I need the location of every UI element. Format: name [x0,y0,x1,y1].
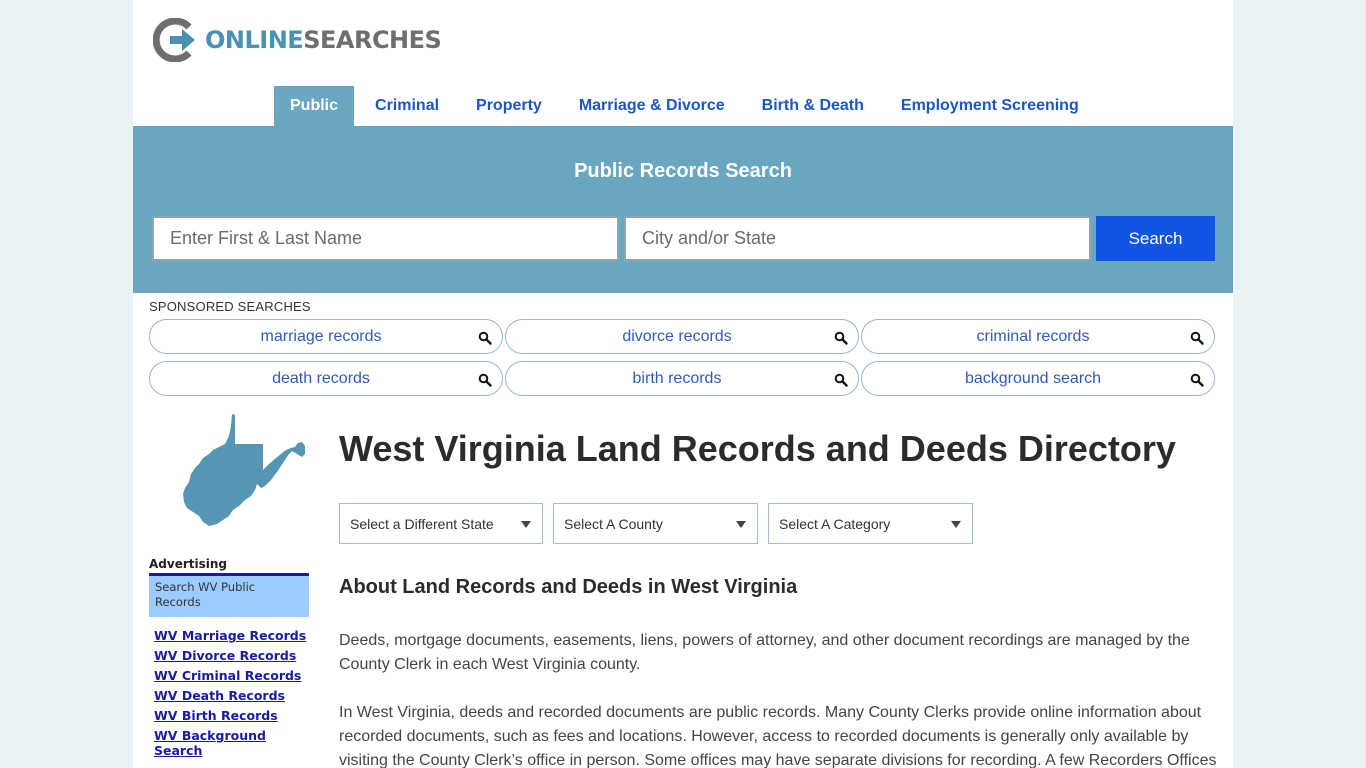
sponsored-searches-label: SPONSORED SEARCHES [149,299,311,314]
link-wv-background-search[interactable]: WV Background Search [154,728,266,758]
location-search-input[interactable] [624,216,1091,261]
link-wv-death-records[interactable]: WV Death Records [154,688,285,703]
sponsored-item-label: background search [964,369,1102,387]
sponsored-divorce-records[interactable]: divorce records [505,319,859,354]
nav-public[interactable]: Public [274,86,355,126]
advertising-box: Search WV Public Records [149,576,309,617]
page-container: ONLINESEARCHES Public Criminal Property … [133,0,1233,768]
search-icon [478,373,492,387]
state-select[interactable]: Select a Different State [339,503,543,544]
logo-arrow-icon [153,18,195,62]
logo-text: ONLINESEARCHES [205,26,442,54]
sponsored-item-label: criminal records [976,327,1090,345]
sponsored-death-records[interactable]: death records [149,361,503,396]
name-search-input[interactable] [152,216,619,261]
sponsored-background-search[interactable]: background search [861,361,1215,396]
county-select-value: Select A County [564,515,663,532]
sidebar-link-item: WV Criminal Records [154,668,314,683]
link-wv-birth-records[interactable]: WV Birth Records [154,708,278,723]
link-wv-criminal-records[interactable]: WV Criminal Records [154,668,301,683]
search-icon [1190,373,1204,387]
search-panel-title: Public Records Search [574,160,792,182]
chevron-down-icon [951,521,961,528]
advertising-heading: Advertising [149,557,227,571]
sidebar-link-item: WV Birth Records [154,708,314,723]
search-icon [834,331,848,345]
sidebar-links: WV Marriage Records WV Divorce Records W… [154,628,314,763]
sponsored-criminal-records[interactable]: criminal records [861,319,1215,354]
category-select-value: Select A Category [779,515,891,532]
nav-property[interactable]: Property [460,86,558,126]
sponsored-item-label: marriage records [260,327,382,345]
chevron-down-icon [521,521,531,528]
sponsored-item-label: divorce records [622,327,732,345]
nav-marriage-divorce[interactable]: Marriage & Divorce [563,86,741,126]
site-logo[interactable]: ONLINESEARCHES [153,18,442,62]
sidebar-link-item: WV Death Records [154,688,314,703]
sponsored-birth-records[interactable]: birth records [505,361,859,396]
body-paragraph: Deeds, mortgage documents, easements, li… [339,632,1190,673]
search-icon [834,373,848,387]
nav-birth-death[interactable]: Birth & Death [746,86,880,126]
sponsored-item-label: birth records [632,369,722,387]
sidebar-link-item: WV Marriage Records [154,628,314,643]
nav-employment-screening[interactable]: Employment Screening [885,86,1095,126]
search-icon [1190,331,1204,345]
sponsored-item-label: death records [272,369,370,387]
link-wv-marriage-records[interactable]: WV Marriage Records [154,628,306,643]
page-title: West Virginia Land Records and Deeds Dir… [339,428,1176,469]
sponsored-marriage-records[interactable]: marriage records [149,319,503,354]
logo-word-online: ONLINE [205,26,304,54]
search-icon [478,331,492,345]
filter-selects: Select a Different State Select A County… [339,503,973,544]
county-select[interactable]: Select A County [553,503,758,544]
sidebar-link-item: WV Background Search [154,728,314,758]
sidebar-link-item: WV Divorce Records [154,648,314,663]
west-virginia-map-icon [183,414,305,526]
logo-word-searches: SEARCHES [303,26,442,54]
section-heading: About Land Records and Deeds in West Vir… [339,576,798,598]
link-wv-divorce-records[interactable]: WV Divorce Records [154,648,296,663]
search-panel: Public Records Search Search [133,126,1233,293]
body-paragraph: In West Virginia, deeds and recorded doc… [339,704,1217,768]
main-nav: Public Criminal Property Marriage & Divo… [274,86,1100,126]
state-select-value: Select a Different State [350,515,494,532]
chevron-down-icon [736,521,746,528]
category-select[interactable]: Select A Category [768,503,973,544]
sponsored-searches: marriage records divorce records crimina… [149,319,1215,396]
nav-criminal[interactable]: Criminal [359,86,455,126]
search-button[interactable]: Search [1096,216,1215,261]
